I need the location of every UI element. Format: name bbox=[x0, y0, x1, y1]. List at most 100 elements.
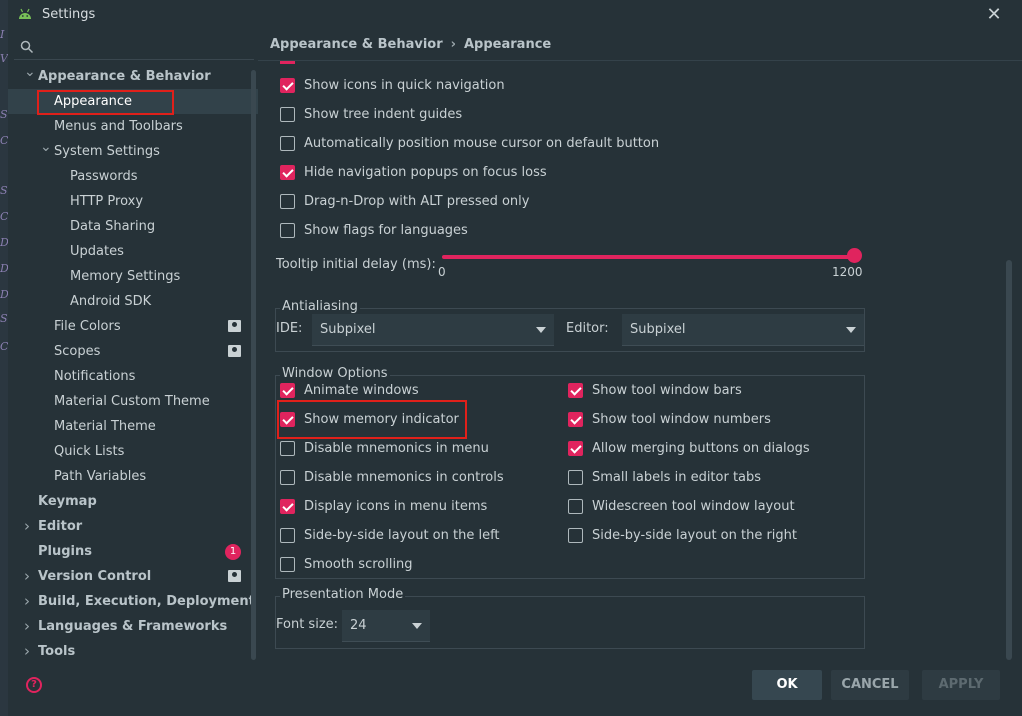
sidebar-item-label: Appearance & Behavior bbox=[38, 69, 211, 84]
checkbox-label: Display icons in menu items bbox=[304, 499, 488, 514]
settings-content: Appearance & Behavior › Appearance Show ic… bbox=[258, 30, 1022, 660]
checkbox-label: Small labels in editor tabs bbox=[592, 470, 762, 485]
checkbox-unchecked-icon[interactable] bbox=[280, 557, 295, 572]
tooltip-delay-label: Tooltip initial delay (ms): bbox=[276, 257, 436, 272]
breadcrumb: Appearance & Behavior › Appearance bbox=[270, 37, 551, 52]
editor-glyph: S bbox=[0, 184, 8, 197]
checkbox-label: Show icons in quick navigation bbox=[304, 78, 505, 93]
chevron-down-icon bbox=[846, 327, 856, 333]
sidebar-item-label: Data Sharing bbox=[70, 219, 156, 234]
sidebar-item-notifications[interactable]: Notifications bbox=[8, 364, 258, 389]
checkbox-unchecked-icon[interactable] bbox=[280, 194, 295, 209]
editor-glyph: I bbox=[0, 28, 5, 41]
checkbox-unchecked-icon[interactable] bbox=[280, 136, 295, 151]
sidebar-item-label: Editor bbox=[38, 519, 83, 534]
checkbox-label: Show flags for languages bbox=[304, 223, 468, 238]
checkbox-label: Animate windows bbox=[304, 383, 419, 398]
ok-button[interactable]: OK bbox=[752, 670, 822, 700]
checkbox-unchecked-icon[interactable] bbox=[280, 528, 295, 543]
sidebar-item-label: Version Control bbox=[38, 569, 152, 584]
sidebar-item-editor[interactable]: › Editor bbox=[8, 514, 258, 539]
android-icon bbox=[19, 8, 31, 19]
checkbox-label: Disable mnemonics in controls bbox=[304, 470, 504, 485]
clipped-row bbox=[280, 61, 295, 64]
ui-options-list: Show icons in quick navigation Show tree … bbox=[280, 75, 880, 255]
ide-antialiasing-value: Subpixel bbox=[320, 322, 376, 337]
sidebar-scrollbar[interactable] bbox=[251, 70, 256, 660]
tooltip-delay-slider-thumb[interactable] bbox=[847, 248, 862, 263]
editor-antialiasing-select[interactable]: Subpixel bbox=[622, 314, 864, 346]
sidebar-item-passwords[interactable]: Passwords bbox=[8, 164, 258, 189]
chevron-right-icon[interactable]: › bbox=[24, 589, 30, 614]
font-size-select[interactable]: 24 bbox=[342, 610, 430, 642]
sidebar-item-plugins[interactable]: Plugins 1 bbox=[8, 539, 258, 564]
checkbox-unchecked-icon[interactable] bbox=[280, 223, 295, 238]
sidebar-item-label: File Colors bbox=[54, 319, 121, 334]
sidebar-item-label: Memory Settings bbox=[70, 269, 181, 284]
slider-min-label: 0 bbox=[438, 265, 446, 279]
sidebar-item-android-sdk[interactable]: Android SDK bbox=[8, 289, 258, 314]
sidebar-item-quick-lists[interactable]: Quick Lists bbox=[8, 439, 258, 464]
checkbox-checked-icon[interactable] bbox=[568, 383, 583, 398]
editor-glyph: S bbox=[0, 108, 8, 121]
sidebar-item-label: Notifications bbox=[54, 369, 136, 384]
checkbox-label: Side-by-side layout on the right bbox=[592, 528, 798, 543]
checkbox-checked-icon[interactable] bbox=[280, 78, 295, 93]
checkbox-unchecked-icon[interactable] bbox=[568, 470, 583, 485]
search-input[interactable] bbox=[40, 36, 240, 56]
sidebar-item-label: Passwords bbox=[70, 169, 138, 184]
chevron-right-icon[interactable]: › bbox=[24, 564, 30, 589]
checkbox-unchecked-icon[interactable] bbox=[280, 470, 295, 485]
search-icon bbox=[20, 40, 34, 54]
sidebar-item-updates[interactable]: Updates bbox=[8, 239, 258, 264]
checkbox-checked-icon[interactable] bbox=[280, 165, 295, 180]
checkbox-unchecked-icon[interactable] bbox=[568, 528, 583, 543]
window-options-right: Show tool window bars Show tool window nu… bbox=[568, 380, 858, 560]
checkbox-unchecked-icon[interactable] bbox=[280, 441, 295, 456]
sidebar-item-label: Android SDK bbox=[70, 294, 152, 309]
help-icon[interactable]: ? bbox=[26, 677, 42, 693]
sidebar-item-system-settings[interactable]: ⌄ System Settings bbox=[8, 139, 258, 164]
close-icon[interactable]: ✕ bbox=[982, 3, 1006, 27]
sidebar-item-data-sharing[interactable]: Data Sharing bbox=[8, 214, 258, 239]
sidebar-item-scopes[interactable]: Scopes bbox=[8, 339, 258, 364]
chevron-right-icon[interactable]: › bbox=[24, 614, 30, 639]
tooltip-delay-slider-track[interactable] bbox=[442, 255, 856, 259]
sidebar-item-material-theme[interactable]: Material Theme bbox=[8, 414, 258, 439]
checkbox-checked-icon[interactable] bbox=[280, 383, 295, 398]
project-icon bbox=[228, 570, 241, 582]
sidebar-item-label: Plugins bbox=[38, 544, 92, 559]
sidebar-item-appearance-behavior[interactable]: ⌄ Appearance & Behavior bbox=[8, 64, 258, 89]
chevron-right-icon[interactable]: › bbox=[24, 514, 30, 539]
sidebar-item-http-proxy[interactable]: HTTP Proxy bbox=[8, 189, 258, 214]
checkbox-checked-icon[interactable] bbox=[568, 441, 583, 456]
sidebar-item-memory-settings[interactable]: Memory Settings bbox=[8, 264, 258, 289]
sidebar-item-path-variables[interactable]: Path Variables bbox=[8, 464, 258, 489]
ide-antialiasing-select[interactable]: Subpixel bbox=[312, 314, 554, 346]
sidebar-item-label: Menus and Toolbars bbox=[54, 119, 183, 134]
sidebar-item-keymap[interactable]: Keymap bbox=[8, 489, 258, 514]
chevron-down-icon[interactable]: ⌄ bbox=[40, 135, 52, 160]
sidebar-item-languages-frameworks[interactable]: › Languages & Frameworks bbox=[8, 614, 258, 639]
apply-button[interactable]: APPLY bbox=[922, 670, 1000, 700]
sidebar-item-version-control[interactable]: › Version Control bbox=[8, 564, 258, 589]
checkbox-unchecked-icon[interactable] bbox=[280, 107, 295, 122]
sidebar-item-file-colors[interactable]: File Colors bbox=[8, 314, 258, 339]
checkbox-label: Widescreen tool window layout bbox=[592, 499, 795, 514]
checkbox-label: Disable mnemonics in menu bbox=[304, 441, 489, 456]
cancel-button[interactable]: CANCEL bbox=[831, 670, 909, 700]
checkbox-checked-icon[interactable] bbox=[568, 412, 583, 427]
sidebar-item-label: Build, Execution, Deployment bbox=[38, 594, 255, 609]
checkbox-unchecked-icon[interactable] bbox=[568, 499, 583, 514]
content-scrollbar[interactable] bbox=[1006, 260, 1012, 660]
breadcrumb-parent[interactable]: Appearance & Behavior bbox=[270, 37, 443, 52]
sidebar-item-material-custom-theme[interactable]: Material Custom Theme bbox=[8, 389, 258, 414]
checkbox-checked-icon[interactable] bbox=[280, 499, 295, 514]
chevron-down-icon[interactable]: ⌄ bbox=[24, 60, 36, 85]
chevron-down-icon bbox=[536, 327, 546, 333]
checkbox-label: Side-by-side layout on the left bbox=[304, 528, 500, 543]
editor-glyph: V bbox=[0, 52, 8, 65]
sidebar-item-build-execution-deployment[interactable]: › Build, Execution, Deployment bbox=[8, 589, 258, 614]
settings-sidebar: ⌄ Appearance & Behavior Appearance Menus an… bbox=[8, 30, 258, 660]
editor-antialiasing-value: Subpixel bbox=[630, 322, 686, 337]
